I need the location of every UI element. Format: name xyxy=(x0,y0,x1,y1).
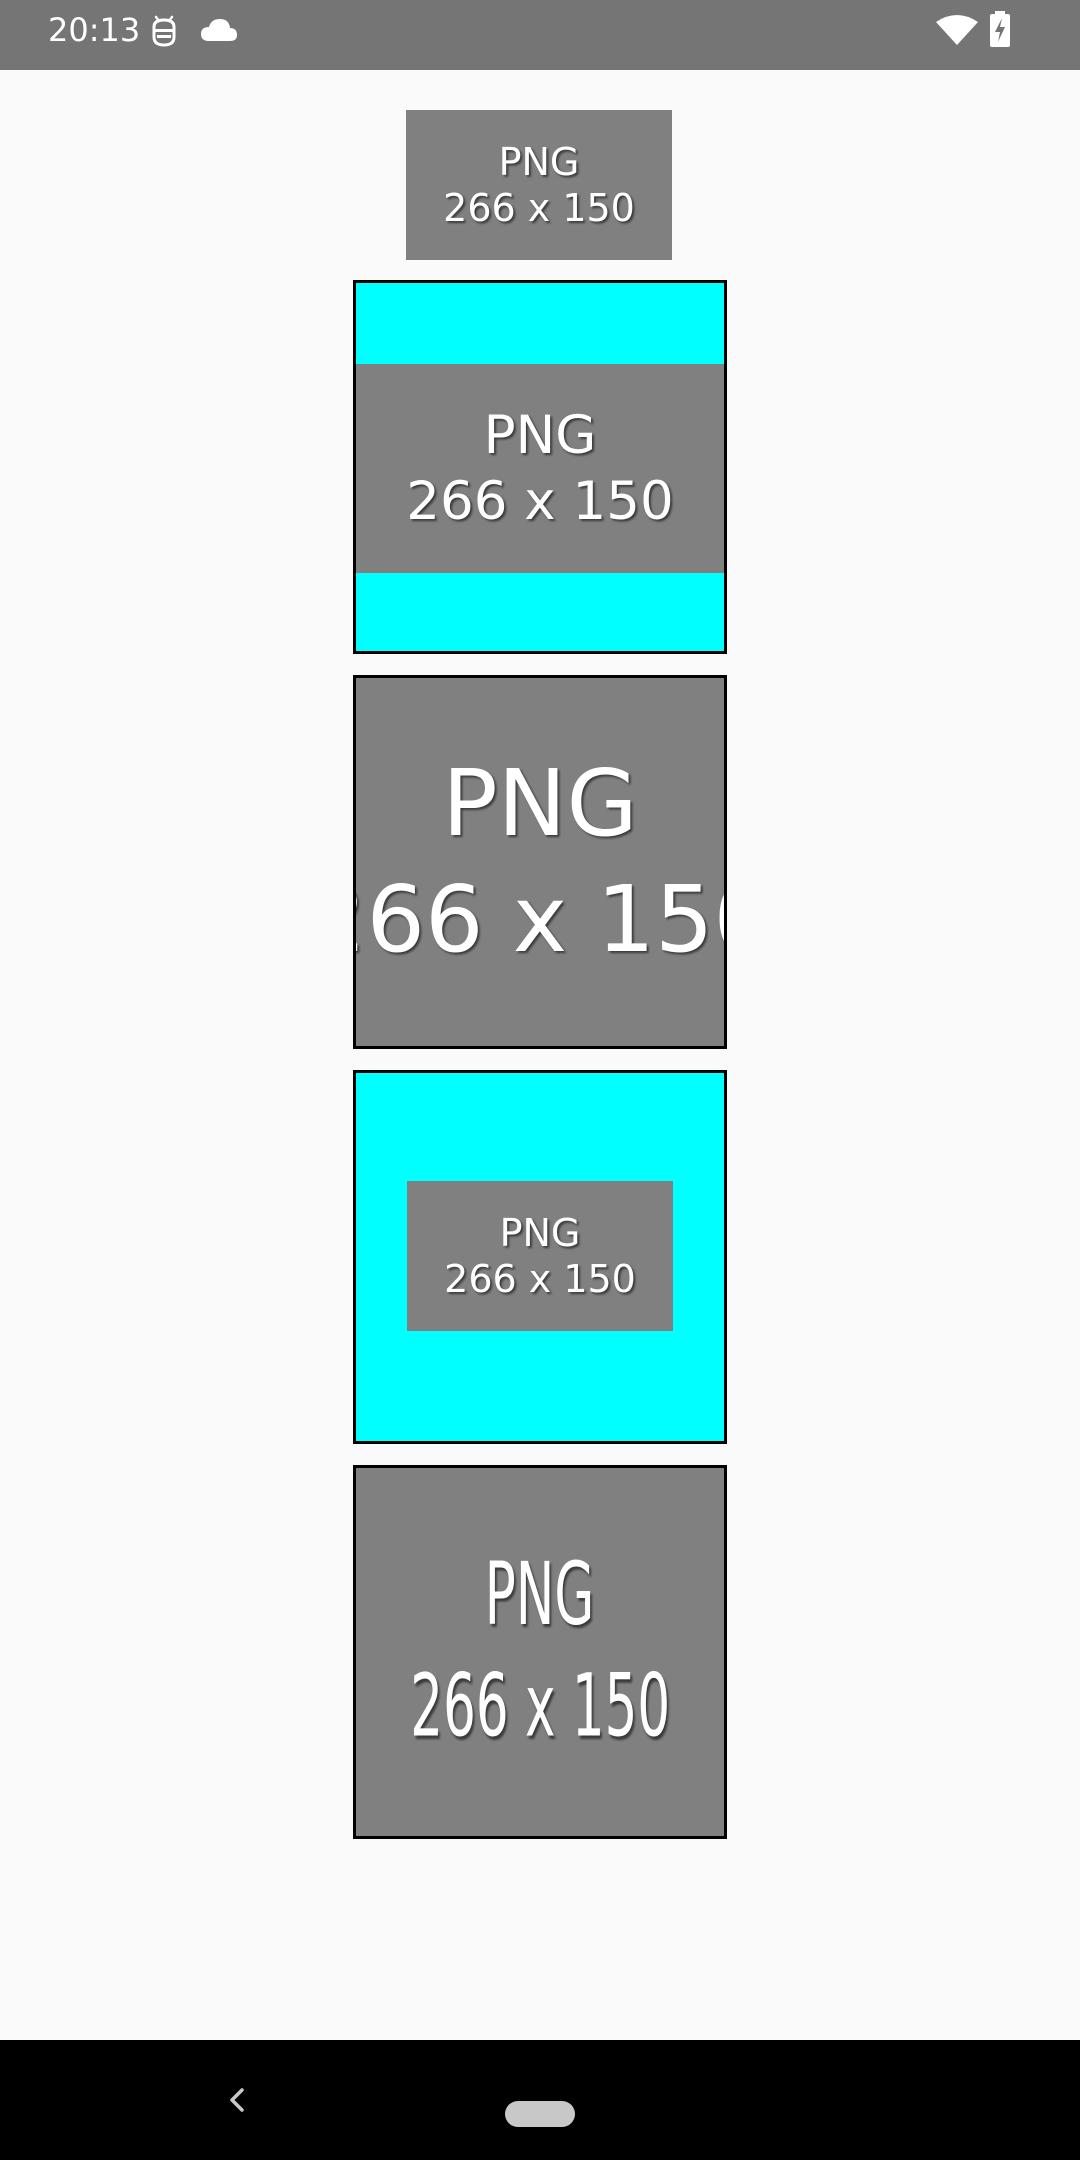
back-icon[interactable] xyxy=(222,2078,252,2122)
image-format-label: PNG xyxy=(483,404,597,466)
png-placeholder-image: PNG 266 x 150 xyxy=(356,364,724,573)
png-placeholder-image: PNG 266 x 150 xyxy=(356,678,724,1046)
android-debug-icon xyxy=(152,15,176,47)
image-view-center-crop: PNG 266 x 150 xyxy=(353,675,727,1049)
image-format-label: PNG xyxy=(485,1545,595,1646)
image-size-label: 266 x 150 xyxy=(406,470,674,532)
status-bar: 20:13 xyxy=(0,0,1080,70)
image-view-fit-center: PNG 266 x 150 xyxy=(353,280,727,654)
image-size-label: 266 x 150 xyxy=(410,1656,670,1758)
image-size-label: 266 x 150 xyxy=(356,866,724,973)
png-placeholder-image: PNG 266 x 150 xyxy=(356,1468,724,1836)
navigation-bar xyxy=(0,2040,1080,2160)
image-format-label: PNG xyxy=(442,750,638,857)
cloud-icon xyxy=(201,19,237,41)
home-pill-icon[interactable] xyxy=(505,2101,575,2127)
image-scale-demo: PNG 266 x 150 PNG 266 x 150 PNG 266 x 15… xyxy=(0,70,1080,2040)
image-format-label: PNG xyxy=(499,1211,581,1255)
image-format-label: PNG xyxy=(498,140,580,184)
png-placeholder-image: PNG 266 x 150 xyxy=(406,110,672,260)
image-view-fit-xy: PNG 266 x 150 xyxy=(353,1465,727,1839)
status-time: 20:13 xyxy=(48,11,141,49)
image-view-center: PNG 266 x 150 xyxy=(353,1070,727,1444)
wifi-icon xyxy=(936,15,978,45)
battery-charging-icon xyxy=(990,11,1010,47)
image-size-label: 266 x 150 xyxy=(443,186,635,230)
png-placeholder-image: PNG 266 x 150 xyxy=(407,1181,673,1331)
image-view-original: PNG 266 x 150 xyxy=(406,110,672,260)
image-size-label: 266 x 150 xyxy=(444,1257,636,1301)
